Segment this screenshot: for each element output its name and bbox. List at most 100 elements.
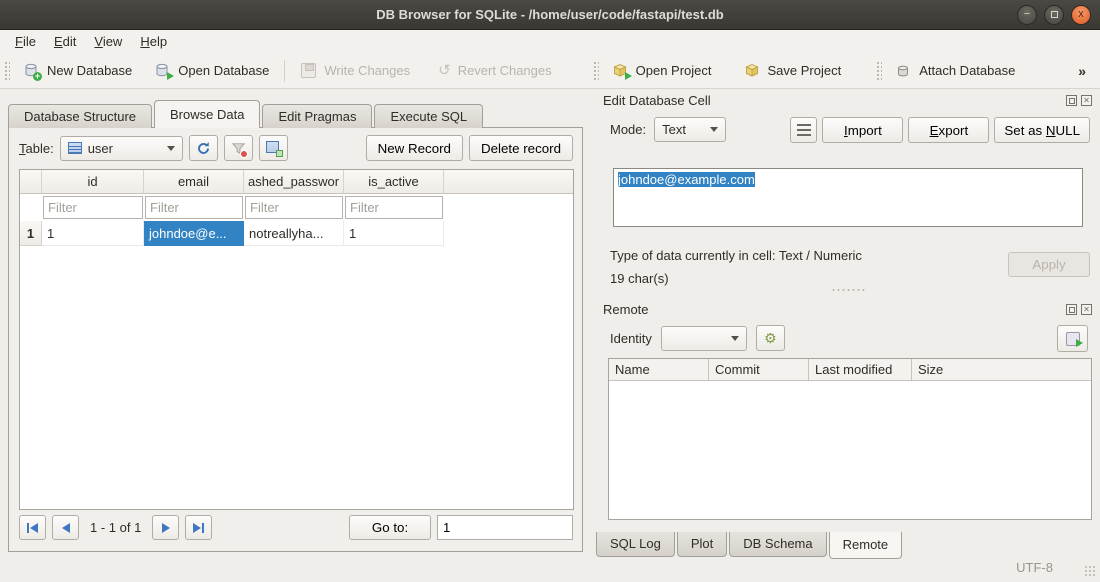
push-database-icon	[1066, 332, 1080, 346]
save-project-label: Save Project	[768, 63, 842, 78]
remote-column-size[interactable]: Size	[912, 359, 1091, 380]
browse-data-panel: Table: user New Record Delete record	[8, 127, 583, 552]
main-tab-bar: Database Structure Browse Data Edit Prag…	[8, 100, 485, 128]
filter-input-is-active[interactable]	[345, 196, 443, 219]
revert-changes-label: Revert Changes	[458, 63, 552, 78]
database-open-icon	[154, 62, 171, 79]
refresh-button[interactable]	[189, 135, 218, 161]
new-database-button[interactable]: + New Database	[14, 57, 141, 84]
cell-hashed-password[interactable]: notreallyha...	[244, 221, 344, 246]
tab-db-schema[interactable]: DB Schema	[729, 532, 826, 557]
remote-title: Remote	[603, 302, 649, 317]
maximize-icon	[1051, 11, 1058, 18]
encoding-status: UTF-8	[1016, 560, 1053, 575]
column-header-id[interactable]: id	[42, 170, 144, 193]
cell-is-active[interactable]: 1	[344, 221, 444, 246]
pagination-bar: 1 - 1 of 1 Go to:	[19, 515, 573, 540]
filter-input-id[interactable]	[43, 196, 143, 219]
remote-dock-header: Remote ✕	[603, 302, 1092, 317]
goto-button[interactable]: Go to:	[349, 515, 431, 540]
toolbar-drag-handle[interactable]	[876, 61, 882, 81]
apply-button: Apply	[1008, 252, 1090, 277]
cell-id[interactable]: 1	[42, 221, 144, 246]
new-record-button[interactable]: New Record	[366, 135, 463, 161]
minimize-button[interactable]: −	[1017, 5, 1037, 25]
import-button[interactable]: Import	[822, 117, 903, 143]
identity-label: Identity	[610, 331, 652, 346]
cell-editor-selected-text: johndoe@example.com	[618, 172, 755, 187]
tab-sql-log[interactable]: SQL Log	[596, 532, 675, 557]
maximize-button[interactable]	[1044, 5, 1064, 25]
dock-close-icon[interactable]: ✕	[1081, 95, 1092, 106]
table-selector[interactable]: user	[60, 136, 183, 161]
column-header-hashed-password[interactable]: ashed_passwor	[244, 170, 344, 193]
delete-record-button[interactable]: Delete record	[469, 135, 573, 161]
project-save-icon	[744, 62, 761, 79]
word-wrap-button[interactable]	[790, 117, 817, 143]
edit-cell-dock-header: Edit Database Cell ✕	[603, 93, 1092, 108]
open-project-button[interactable]: Open Project	[603, 57, 721, 84]
toolbar-drag-handle[interactable]	[593, 61, 599, 81]
tab-plot[interactable]: Plot	[677, 532, 727, 557]
resize-grip[interactable]	[1084, 565, 1097, 578]
splitter-handle-icon	[831, 288, 865, 292]
menu-view[interactable]: View	[85, 32, 131, 51]
identity-selector[interactable]	[661, 326, 747, 351]
menu-file[interactable]: File	[6, 32, 45, 51]
dock-float-icon[interactable]	[1066, 95, 1077, 106]
attach-database-label: Attach Database	[919, 63, 1015, 78]
tab-edit-pragmas[interactable]: Edit Pragmas	[262, 104, 372, 128]
green-arrow-icon	[167, 72, 174, 80]
filter-icon	[231, 141, 246, 156]
tab-execute-sql[interactable]: Execute SQL	[374, 104, 483, 128]
window-title: DB Browser for SQLite - /home/user/code/…	[376, 7, 723, 22]
cell-editor[interactable]: johndoe@example.com	[613, 168, 1083, 227]
set-as-null-button[interactable]: Set as NULL	[994, 117, 1090, 143]
filter-input-email[interactable]	[145, 196, 243, 219]
cell-email-selected[interactable]: johndoe@e...	[144, 221, 244, 246]
toolbar-overflow-button[interactable]: »	[1074, 63, 1100, 79]
chevron-down-icon	[710, 127, 718, 132]
column-header-is-active[interactable]: is_active	[344, 170, 444, 193]
export-button[interactable]: Export	[908, 117, 989, 143]
push-database-button[interactable]	[1057, 325, 1088, 352]
last-page-button[interactable]	[185, 515, 212, 540]
menu-help[interactable]: Help	[131, 32, 176, 51]
row-number[interactable]: 1	[20, 221, 42, 246]
project-open-icon	[612, 62, 629, 79]
remote-column-commit[interactable]: Commit	[709, 359, 809, 380]
column-header-email[interactable]: email	[144, 170, 244, 193]
cell-type-info: Type of data currently in cell: Text / N…	[610, 244, 1000, 267]
horizontal-splitter[interactable]	[595, 288, 1100, 294]
tab-browse-data[interactable]: Browse Data	[154, 100, 260, 128]
dock-close-icon[interactable]: ✕	[1081, 304, 1092, 315]
attach-database-button[interactable]: Attach Database	[886, 57, 1024, 84]
tab-database-structure[interactable]: Database Structure	[8, 104, 152, 128]
next-page-button[interactable]	[152, 515, 179, 540]
revert-changes-icon: ↺	[438, 62, 451, 79]
dock-float-icon[interactable]	[1066, 304, 1077, 315]
chevron-down-icon	[167, 146, 175, 151]
save-project-button[interactable]: Save Project	[735, 57, 851, 84]
close-button[interactable]: x	[1071, 5, 1091, 25]
remote-column-name[interactable]: Name	[609, 359, 709, 380]
mode-selector[interactable]: Text	[654, 117, 726, 142]
chevron-down-icon	[731, 336, 739, 341]
save-results-button[interactable]	[259, 135, 288, 161]
toolbar-drag-handle[interactable]	[4, 61, 10, 81]
clear-filters-button[interactable]	[224, 135, 253, 161]
identity-settings-button[interactable]: ⚙	[756, 325, 785, 351]
new-database-label: New Database	[47, 63, 132, 78]
menu-edit[interactable]: Edit	[45, 32, 85, 51]
previous-page-icon	[62, 523, 70, 533]
remote-column-last-modified[interactable]: Last modified	[809, 359, 912, 380]
filter-input-hashed-password[interactable]	[245, 196, 343, 219]
tab-remote[interactable]: Remote	[829, 532, 903, 559]
previous-page-button[interactable]	[52, 515, 79, 540]
first-page-button[interactable]	[19, 515, 46, 540]
open-database-button[interactable]: Open Database	[145, 57, 278, 84]
record-range-text: 1 - 1 of 1	[90, 520, 141, 535]
database-new-icon: +	[23, 62, 40, 79]
goto-input[interactable]	[437, 515, 573, 540]
mode-row: Mode: Text	[610, 117, 726, 142]
